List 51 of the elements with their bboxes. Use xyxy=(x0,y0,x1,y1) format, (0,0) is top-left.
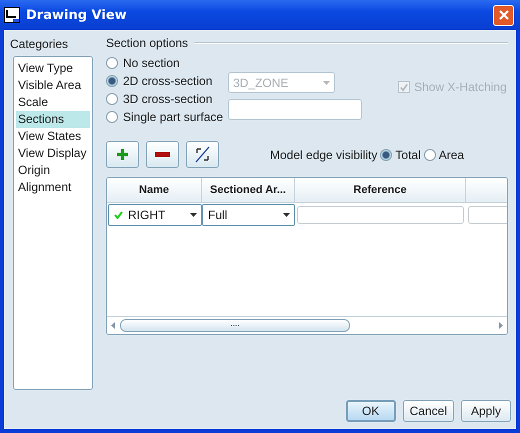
edge-visibility-label: Model edge visibility xyxy=(270,148,378,162)
radio-label: Total xyxy=(395,148,421,162)
categories-label: Categories xyxy=(9,36,70,53)
name-dropdown[interactable]: RIGHT xyxy=(108,204,202,226)
close-icon xyxy=(498,9,510,21)
caret-icon xyxy=(190,213,197,217)
dialog-button[interactable]: Cancel xyxy=(402,400,454,422)
plus-icon xyxy=(116,148,129,161)
category-item[interactable]: View States xyxy=(16,128,90,145)
window-title: Drawing View xyxy=(26,8,128,22)
window-icon xyxy=(4,7,20,23)
surface-input-field[interactable] xyxy=(228,99,362,120)
radio-label: 2D cross-section xyxy=(123,74,212,88)
horizontal-scrollbar[interactable] xyxy=(107,317,507,334)
radio-button[interactable] xyxy=(106,93,118,105)
radio-label: No section xyxy=(123,56,180,70)
radio-button[interactable] xyxy=(106,57,118,69)
category-item[interactable]: Sections xyxy=(16,111,90,128)
flip-button[interactable] xyxy=(186,141,219,168)
scroll-right-icon[interactable] xyxy=(499,322,503,329)
dialog-button[interactable]: Apply xyxy=(461,400,511,422)
caret-icon xyxy=(283,213,290,217)
minus-icon xyxy=(155,152,170,158)
column-header[interactable]: Sectioned Ar... xyxy=(202,178,295,202)
radio-label: Single part surface xyxy=(123,110,224,124)
category-item[interactable]: Scale xyxy=(16,94,90,111)
radio-label: 3D cross-section xyxy=(123,92,212,106)
radio-button[interactable] xyxy=(380,148,392,160)
radio-label: Area xyxy=(438,148,464,162)
remove-button[interactable] xyxy=(146,141,179,168)
caret-icon xyxy=(323,80,330,84)
reference-field[interactable] xyxy=(297,206,464,224)
radio-button[interactable] xyxy=(106,75,118,87)
scroll-left-icon[interactable] xyxy=(111,322,115,329)
column-header[interactable]: Name xyxy=(107,178,202,202)
category-item[interactable]: Alignment xyxy=(16,179,90,196)
diagonal-arrows-icon xyxy=(194,146,211,163)
category-item[interactable]: View Display xyxy=(16,145,90,162)
close-button[interactable] xyxy=(493,4,514,26)
radio-button[interactable] xyxy=(424,148,436,160)
category-item[interactable]: View Type xyxy=(16,60,90,77)
section-options-title: Section options xyxy=(106,36,188,50)
add-button[interactable] xyxy=(106,141,139,168)
category-item[interactable]: Visible Area xyxy=(16,77,90,94)
dialog-button[interactable]: OK xyxy=(346,400,396,422)
area-dropdown[interactable]: Full xyxy=(202,204,295,226)
column-header[interactable]: Reference xyxy=(295,178,466,202)
radio-button[interactable] xyxy=(106,111,118,123)
scroll-thumb[interactable] xyxy=(120,319,350,332)
category-item[interactable]: Origin xyxy=(16,162,90,179)
table-field[interactable] xyxy=(468,206,507,224)
